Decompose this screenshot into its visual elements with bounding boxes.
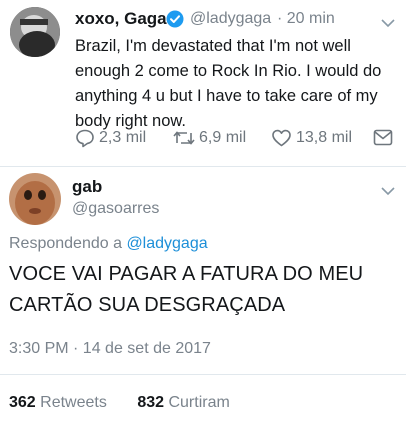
divider <box>0 166 406 167</box>
likes-stat[interactable]: 832 Curtiram <box>137 394 230 411</box>
retweet-count: 6,9 mil <box>199 129 247 146</box>
divider <box>0 374 406 375</box>
author-display-name[interactable]: xoxo, Gaga <box>75 9 167 29</box>
retweets-label: Retweets <box>40 394 107 411</box>
avatar-gab[interactable] <box>9 173 61 225</box>
reply-icon <box>75 128 95 148</box>
like-icon <box>271 128 292 148</box>
reply-text-line: VOCE VAI PAGAR A FATURA DO MEU <box>9 263 364 285</box>
tweet-text-line: Brazil, I'm devastated that I'm not well <box>75 37 351 55</box>
replying-to-handle[interactable]: @ladygaga <box>126 235 207 252</box>
author-handle[interactable]: @ladygaga <box>190 10 271 28</box>
tweet-text: Brazil, I'm devastated that I'm not well… <box>75 34 381 134</box>
tweet-text-line: anything 4 u but I have to take care of … <box>75 87 378 105</box>
verified-icon <box>166 10 184 33</box>
retweets-stat[interactable]: 362 Retweets <box>9 394 111 411</box>
likes-label: Curtiram <box>168 394 230 411</box>
avatar-ladygaga[interactable] <box>10 7 60 57</box>
reply-count: 2,3 mil <box>99 129 147 146</box>
reply-button[interactable]: 2,3 mil <box>75 128 146 148</box>
reply-text: VOCE VAI PAGAR A FATURA DO MEU CARTÃO SU… <box>9 259 363 321</box>
chevron-down-icon[interactable] <box>381 183 395 201</box>
retweets-count: 362 <box>9 394 36 411</box>
like-count: 13,8 mil <box>296 129 353 146</box>
reply-display-name[interactable]: gab <box>72 177 102 197</box>
reply-text-line: CARTÃO SUA DESGRAÇADA <box>9 294 286 316</box>
reply-stats: 362 Retweets 832 Curtiram <box>9 394 230 412</box>
tweet-time[interactable]: · 20 min <box>277 10 335 28</box>
dm-icon <box>373 129 393 146</box>
replying-to: Respondendo a @ladygaga <box>9 235 208 253</box>
replying-to-label: Respondendo a <box>9 235 122 252</box>
like-button[interactable]: 13,8 mil <box>271 128 352 148</box>
chevron-down-icon[interactable] <box>381 15 395 33</box>
reply-handle[interactable]: @gasoarres <box>72 200 159 218</box>
likes-count: 832 <box>137 394 165 411</box>
retweet-button[interactable]: 6,9 mil <box>172 128 246 148</box>
tweet-text-line: enough 2 come to Rock In Rio. I would do <box>75 62 382 80</box>
reply-timestamp[interactable]: 3:30 PM · 14 de set de 2017 <box>9 340 211 358</box>
dm-button[interactable] <box>373 129 393 146</box>
retweet-icon <box>172 128 196 148</box>
